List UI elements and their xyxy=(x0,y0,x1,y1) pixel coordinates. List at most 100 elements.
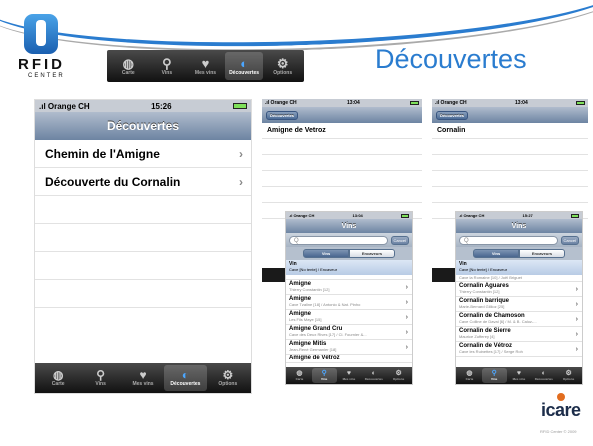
tab-mes-vins[interactable]: ♥ Mes vins xyxy=(186,52,225,80)
tab-label: Vins xyxy=(321,377,328,381)
tab-carte[interactable]: ◍ Carte xyxy=(109,52,148,80)
phone-tab-bar: ◍ Carte ⚲ Vins ♥ Mes vins ◐ Découvertes ⚙ Opt… xyxy=(286,367,412,384)
battery-icon xyxy=(400,213,409,218)
page-title: Découvertes xyxy=(375,44,527,74)
tab-carte[interactable]: ◍ Carte xyxy=(287,368,312,383)
tab-options[interactable]: ⚙ Options xyxy=(556,368,581,383)
tab-vins[interactable]: ⚲ Vins xyxy=(311,368,337,383)
tab-options[interactable]: ⚙ Options xyxy=(207,365,249,391)
tab-label: Vins xyxy=(161,69,173,76)
tab-label: Options xyxy=(218,381,238,387)
wine-producer: Maurice Zufferey [4] xyxy=(459,334,495,339)
list-item[interactable]: Chemin de l'Amigne › xyxy=(35,140,251,168)
search-bar: Q Cancel xyxy=(286,233,412,247)
search-icon: ⚲ xyxy=(162,55,172,71)
carrier-text: .ıl Orange CH xyxy=(289,213,315,218)
wine-producer: Les Fils Maye [15] xyxy=(289,317,322,322)
time-text: 13:04 xyxy=(514,100,528,106)
tab-carte[interactable]: ◍ Carte xyxy=(37,365,79,391)
list-item[interactable]: Amigne de Vetroz xyxy=(262,123,422,139)
segmented-control: Vins Encaveurs xyxy=(456,247,582,260)
back-button[interactable]: Découvertes xyxy=(436,110,469,120)
tab-mes-vins[interactable]: ♥ Mes vins xyxy=(507,368,532,383)
tab-label: Carte xyxy=(295,377,304,381)
nav-bar: Découvertes xyxy=(262,107,422,123)
search-input[interactable]: Q xyxy=(289,235,388,245)
tab-decouvertes[interactable]: ◐ Découvertes xyxy=(164,365,207,391)
tab-decouvertes[interactable]: ◐ Découvertes xyxy=(224,52,264,80)
battery-icon xyxy=(575,101,585,105)
wine-row[interactable]: Cave la Romaine [10] / Joël Briguet xyxy=(456,275,582,282)
search-icon: ⚲ xyxy=(321,370,327,377)
wine-row[interactable]: Cornalin de Sierre Maurice Zufferey [4] › xyxy=(456,327,582,342)
tab-mes-vins[interactable]: ♥ Mes vins xyxy=(122,365,164,391)
empty-row xyxy=(262,187,422,203)
chevron-right-icon: › xyxy=(575,286,578,294)
segment-vins[interactable]: Vins xyxy=(473,249,519,258)
wine-producer: Thierry Constantin [12] xyxy=(459,289,500,294)
tab-options[interactable]: ⚙ Options xyxy=(263,52,302,80)
tab-mes-vins[interactable]: ♥ Mes vins xyxy=(337,368,362,383)
wine-row[interactable]: Cornalin barrique Marie-Bernard Gillioz [… xyxy=(456,297,582,312)
cancel-button[interactable]: Cancel xyxy=(390,235,409,245)
heart-icon: ♥ xyxy=(516,370,522,377)
wine-row[interactable]: Amigne Grand Cru Cave des Deux Rives [17]… xyxy=(286,325,412,340)
carrier-text: .ıl Orange CH xyxy=(435,100,467,106)
chevron-right-icon: › xyxy=(405,299,408,307)
list-header: Vin Cave [No tente] / Encaveur xyxy=(456,260,582,275)
tab-label: Mes vins xyxy=(194,69,217,76)
globe-icon: ◍ xyxy=(296,370,303,377)
vins-phone-screen-amigne: .ıl Orange CH 13:04 Vins Q Cancel Vins E… xyxy=(285,211,413,385)
tab-vins[interactable]: ⚲ Vins xyxy=(79,365,121,391)
segment-encaveurs[interactable]: Encaveurs xyxy=(519,249,565,258)
back-button[interactable]: Découvertes xyxy=(266,110,299,120)
list-item[interactable]: Découverte du Cornalin › xyxy=(35,168,251,196)
empty-row xyxy=(262,139,422,155)
wine-row[interactable]: Amigne Les Fils Maye [15] › xyxy=(286,310,412,325)
discover-icon: ◐ xyxy=(181,368,190,382)
wine-row[interactable]: Amigne Cave Tzaline [18] / Antonio & Nat.… xyxy=(286,295,412,310)
empty-row xyxy=(35,280,251,308)
logo-subtext: CENTER xyxy=(28,73,65,79)
wine-row[interactable]: Cornalin de Chamoson Cave Colline de Dava… xyxy=(456,312,582,327)
status-bar: .ıl Orange CH 13:04 xyxy=(262,99,422,107)
wine-row[interactable]: Cornalin Aguares Thierry Constantin [12] › xyxy=(456,282,582,297)
cancel-button[interactable]: Cancel xyxy=(560,235,579,245)
list-item-label: Amigne de Vetroz xyxy=(267,127,326,134)
rfid-logo-icon xyxy=(24,14,58,54)
chevron-right-icon: › xyxy=(575,331,578,339)
list-item-label: Cornalin xyxy=(437,127,466,134)
chevron-right-icon: › xyxy=(405,284,408,292)
chevron-right-icon: › xyxy=(239,174,243,189)
time-text: 15:26 xyxy=(151,101,172,111)
tab-vins[interactable]: ⚲ Vins xyxy=(481,368,507,383)
tab-label: Vins xyxy=(95,381,106,387)
tab-decouvertes[interactable]: ◐ Découvertes xyxy=(531,368,556,383)
time-text: 13:04 xyxy=(346,100,360,106)
segment-vins[interactable]: Vins xyxy=(303,249,349,258)
wine-row[interactable]: Cornalin de Vétroz Cave les Ruinettes [17… xyxy=(456,342,582,357)
list-item[interactable]: Cornalin xyxy=(432,123,588,139)
wine-producer: Cave Tzaline [18] / Antonio & Nat. Pinho xyxy=(289,302,361,307)
tab-label: Carte xyxy=(51,381,65,387)
search-input[interactable]: Q xyxy=(459,235,558,245)
status-bar: .ıl Orange CH 15:26 xyxy=(35,100,251,112)
wine-producer: Cave les Ruinettes [17] / Serge Roh xyxy=(459,349,523,354)
tab-label: Mes vins xyxy=(342,377,356,381)
copyright-text: RFID Center © 2009 xyxy=(540,429,577,434)
tab-decouvertes[interactable]: ◐ Découvertes xyxy=(361,368,386,383)
icare-logo: icare xyxy=(541,400,581,420)
discover-icon: ◐ xyxy=(371,370,376,377)
segment-encaveurs[interactable]: Encaveurs xyxy=(349,249,395,258)
nav-title: Vins xyxy=(341,222,357,230)
wine-row[interactable]: Amigne Thierry Constantin [12] › xyxy=(286,280,412,295)
tab-carte[interactable]: ◍ Carte xyxy=(457,368,482,383)
map-thumbnail xyxy=(262,268,286,282)
tab-label: Options xyxy=(562,377,575,381)
wine-row[interactable]: Amigne de Vétroz xyxy=(286,355,412,363)
chevron-right-icon: › xyxy=(405,344,408,352)
phone-tab-bar: ◍ Carte ⚲ Vins ♥ Mes vins ◐ Découvertes ⚙ Opt… xyxy=(456,367,582,384)
tab-options[interactable]: ⚙ Options xyxy=(386,368,411,383)
wine-row[interactable]: Amigne Mitis Jean-René Germanier [18] › xyxy=(286,340,412,355)
tab-vins[interactable]: ⚲ Vins xyxy=(148,52,187,80)
